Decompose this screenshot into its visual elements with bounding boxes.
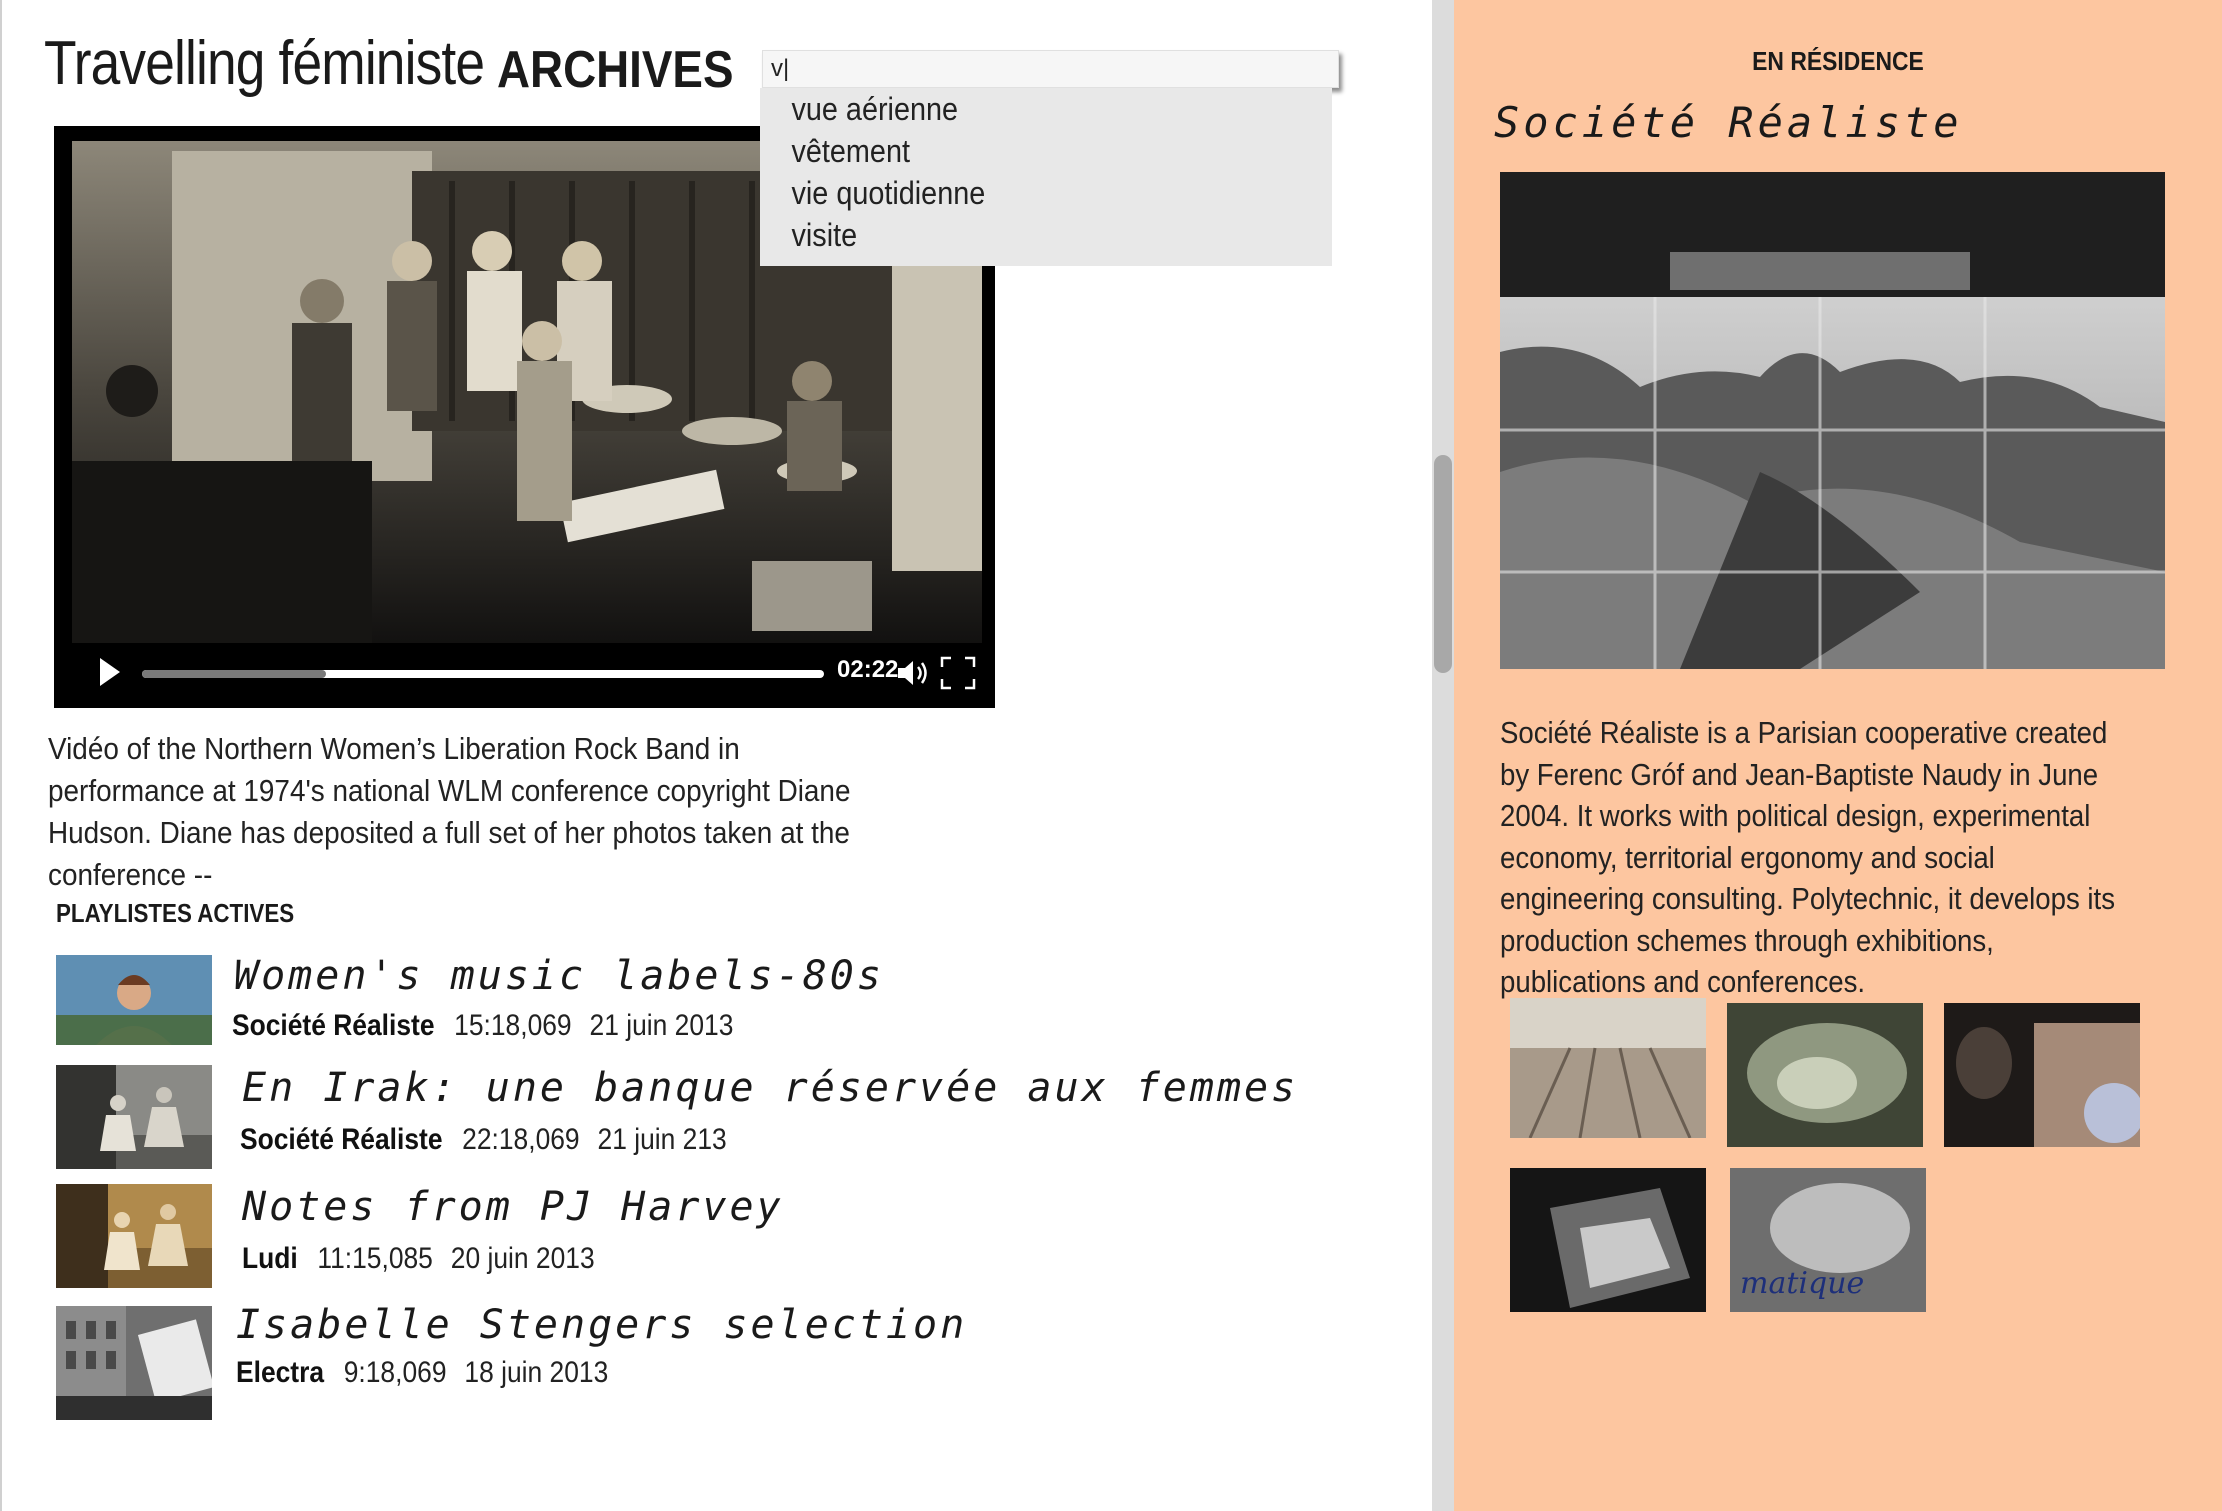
gallery-thumbnail[interactable]	[1510, 998, 1706, 1138]
playlist-thumbnail[interactable]	[56, 1184, 212, 1288]
suggestion-vie-quotidienne[interactable]: vie quotidienne	[760, 172, 1275, 214]
gallery-thumbnail[interactable]	[1944, 1003, 2140, 1147]
gallery-thumbnail[interactable]: matique	[1730, 1168, 1926, 1312]
residence-label: EN RÉSIDENCE	[1752, 46, 1924, 76]
scrollbar-thumb[interactable]	[1434, 455, 1452, 673]
playlist-author[interactable]: Société Réaliste	[232, 1009, 435, 1042]
progress-bar[interactable]	[142, 670, 824, 678]
playlist-date: 21 juin 2013	[589, 1009, 734, 1042]
suggestion-vue-aerienne[interactable]: vue aérienne	[760, 88, 1275, 130]
fullscreen-icon[interactable]	[940, 656, 976, 690]
search-box[interactable]	[762, 50, 1339, 88]
playlists-heading: PLAYLISTES ACTIVES	[56, 898, 295, 928]
playlist-title[interactable]: En Irak: une banque réservée aux femmes	[242, 1065, 1298, 1111]
video-caption: Vidéo of the Northern Women’s Liberation…	[48, 731, 851, 892]
playlist-item[interactable]: En Irak: une banque réservée aux femmes …	[56, 1065, 1356, 1175]
suggestion-vetement[interactable]: vêtement	[760, 130, 1275, 172]
playlist-duration: 9:18,069	[343, 1356, 447, 1389]
residence-image[interactable]	[1500, 172, 2165, 669]
gallery-thumbnail[interactable]	[1727, 1003, 1923, 1147]
playlist-item[interactable]: Notes from PJ Harvey Ludi 11:15,085 20 j…	[56, 1184, 1356, 1294]
handwritten-text: matique	[1740, 1266, 1864, 1301]
playlist-duration: 22:18,069	[462, 1123, 580, 1156]
playlist-duration: 11:15,085	[317, 1242, 433, 1275]
play-icon[interactable]	[100, 658, 120, 686]
volume-icon[interactable]	[896, 658, 930, 688]
site-title[interactable]: Travelling féministe	[44, 28, 485, 99]
playlist-title[interactable]: Women's music labels-80s	[234, 953, 884, 999]
video-controls: 02:22	[54, 644, 995, 708]
playlist-thumbnail[interactable]	[56, 955, 212, 1045]
suggestion-visite[interactable]: visite	[760, 214, 1275, 256]
playlist-date: 21 juin 213	[597, 1123, 727, 1156]
playlist-date: 20 juin 2013	[450, 1242, 595, 1275]
playlist-title[interactable]: Isabelle Stengers selection	[236, 1302, 967, 1348]
playlist-title[interactable]: Notes from PJ Harvey	[242, 1184, 784, 1230]
archives-heading[interactable]: ARCHIVES	[497, 40, 733, 100]
playlist-author[interactable]: Electra	[236, 1356, 324, 1389]
scrollbar-track[interactable]	[1432, 0, 1454, 1511]
search-input[interactable]	[769, 53, 1328, 85]
playlist-item[interactable]: Women's music labels-80s Société Réalist…	[56, 953, 1356, 1063]
residence-description: Société Réaliste is a Parisian cooperati…	[1500, 715, 2116, 999]
gallery-thumbnail[interactable]	[1510, 1168, 1706, 1312]
playlist-thumbnail[interactable]	[56, 1306, 212, 1420]
residence-title[interactable]: Société Réaliste	[1494, 98, 1963, 147]
playlist-duration: 15:18,069	[454, 1009, 572, 1042]
playlist-item[interactable]: Isabelle Stengers selection Electra 9:18…	[56, 1302, 1356, 1420]
playlist-author[interactable]: Société Réaliste	[240, 1123, 443, 1156]
progress-fill	[142, 670, 327, 678]
playlist-thumbnail[interactable]	[56, 1065, 212, 1169]
playlist-author[interactable]: Ludi	[242, 1242, 298, 1275]
playlist-date: 18 juin 2013	[464, 1356, 609, 1389]
video-time: 02:22	[837, 656, 899, 683]
search-suggestions: vue aérienne vêtement vie quotidienne vi…	[760, 88, 1332, 266]
